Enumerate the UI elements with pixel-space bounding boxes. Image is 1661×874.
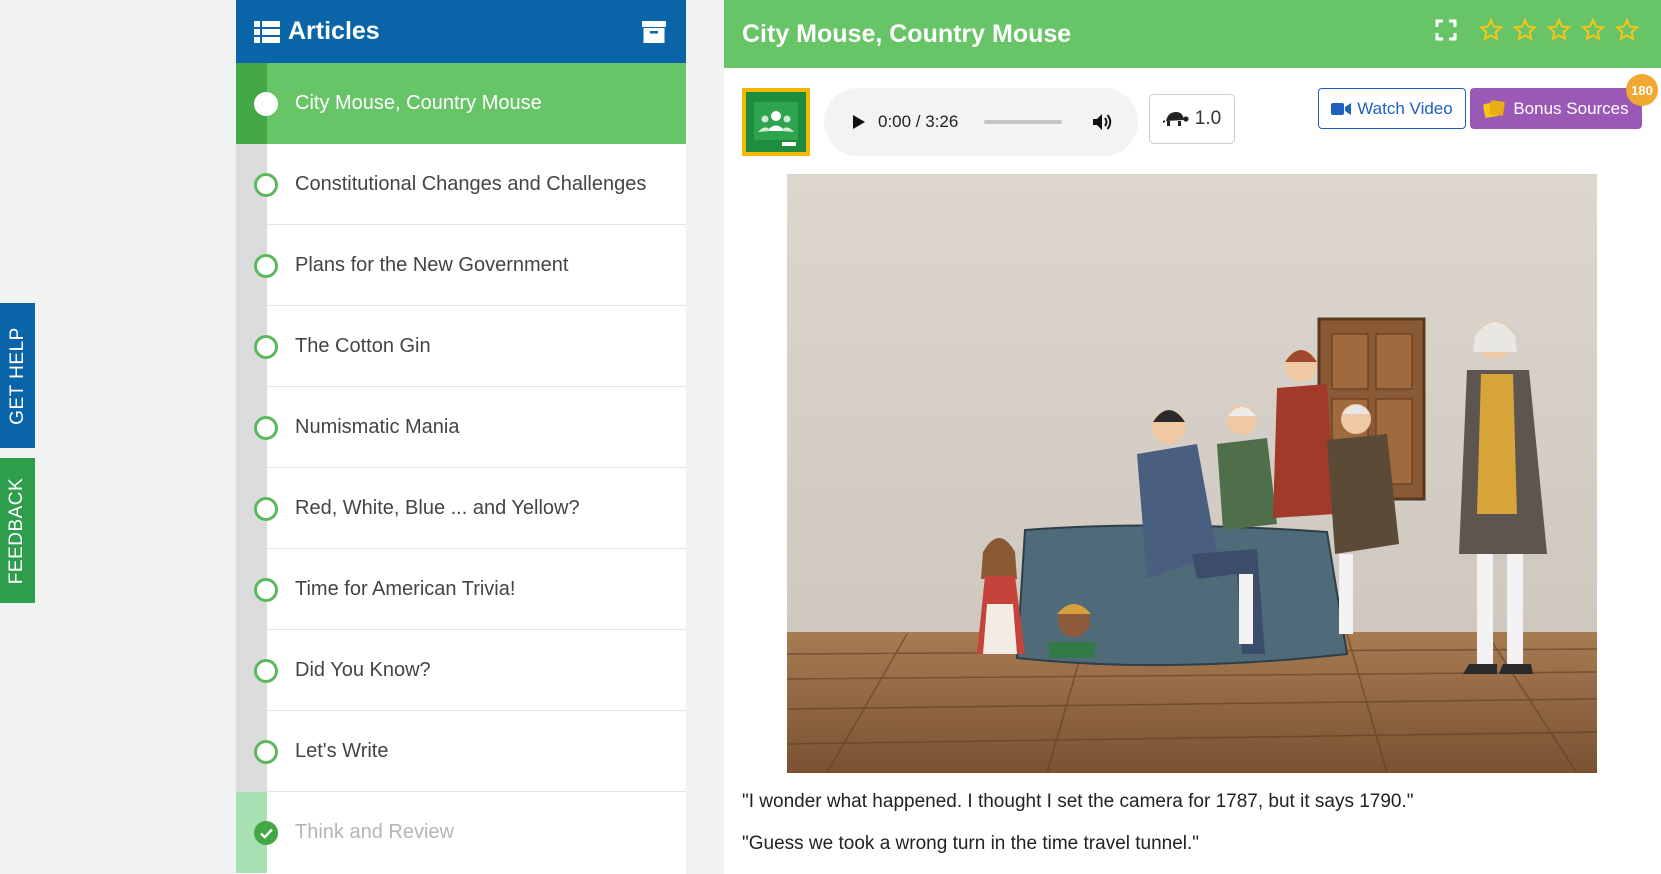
star-icon[interactable] bbox=[1581, 18, 1605, 42]
article-paragraph: "I wonder what happened. I thought I set… bbox=[742, 791, 1414, 812]
unread-status-dot bbox=[254, 415, 278, 440]
article-label: Did You Know? bbox=[295, 659, 431, 681]
google-classroom-icon bbox=[754, 102, 798, 146]
coins-icon bbox=[1483, 99, 1505, 118]
articles-header: Articles bbox=[236, 0, 686, 63]
articles-title: Articles bbox=[288, 17, 380, 45]
get-help-tab[interactable]: GET HELP bbox=[0, 303, 35, 448]
bonus-sources-button[interactable]: Bonus Sources bbox=[1470, 88, 1642, 129]
volume-icon[interactable] bbox=[1092, 112, 1114, 132]
video-camera-icon bbox=[1331, 102, 1352, 115]
article-item-cotton-gin[interactable]: The Cotton Gin bbox=[236, 306, 686, 387]
star-icon[interactable] bbox=[1615, 18, 1639, 42]
article-label: City Mouse, Country Mouse bbox=[295, 92, 542, 114]
star-icon[interactable] bbox=[1479, 18, 1503, 42]
article-item-constitutional-changes[interactable]: Constitutional Changes and Challenges bbox=[236, 144, 686, 225]
unread-status-dot bbox=[254, 739, 278, 764]
unread-status-dot bbox=[254, 334, 278, 359]
unread-status-dot bbox=[254, 172, 278, 197]
star-icon[interactable] bbox=[1547, 18, 1571, 42]
articles-list: City Mouse, Country Mouse Constitutional… bbox=[236, 63, 686, 873]
unread-status-dot bbox=[254, 253, 278, 278]
article-label: The Cotton Gin bbox=[295, 335, 431, 357]
article-label: Numismatic Mania bbox=[295, 416, 460, 438]
list-icon bbox=[254, 20, 280, 43]
article-paragraph: "Guess we took a wrong turn in the time … bbox=[742, 833, 1200, 854]
articles-panel: Articles City Mouse, Country Mouse Const… bbox=[236, 0, 686, 874]
unread-status-dot bbox=[254, 658, 278, 683]
article-label: Plans for the New Government bbox=[295, 254, 569, 276]
archive-icon[interactable] bbox=[642, 20, 666, 43]
article-item-red-white-blue[interactable]: Red, White, Blue ... and Yellow? bbox=[236, 468, 686, 549]
star-icon[interactable] bbox=[1513, 18, 1537, 42]
article-item-city-mouse[interactable]: City Mouse, Country Mouse bbox=[236, 63, 686, 144]
article-item-american-trivia[interactable]: Time for American Trivia! bbox=[236, 549, 686, 630]
article-title: City Mouse, Country Mouse bbox=[742, 19, 1072, 48]
article-header: City Mouse, Country Mouse bbox=[724, 0, 1661, 68]
feedback-tab[interactable]: FEEDBACK bbox=[0, 458, 35, 603]
playback-speed-value: 1.0 bbox=[1194, 108, 1222, 129]
article-label: Time for American Trivia! bbox=[295, 578, 516, 600]
unread-status-dot bbox=[254, 496, 278, 521]
audio-time: 0:00 / 3:26 bbox=[878, 112, 959, 131]
feedback-label: FEEDBACK bbox=[6, 477, 28, 584]
unread-status-dot bbox=[254, 577, 278, 602]
article-item-lets-write[interactable]: Let's Write bbox=[236, 711, 686, 792]
google-classroom-button[interactable] bbox=[742, 88, 810, 156]
article-item-numismatic-mania[interactable]: Numismatic Mania bbox=[236, 387, 686, 468]
get-help-label: GET HELP bbox=[6, 326, 28, 425]
article-label: Constitutional Changes and Challenges bbox=[295, 173, 647, 195]
article-label: Let's Write bbox=[295, 740, 389, 762]
article-item-did-you-know[interactable]: Did You Know? bbox=[236, 630, 686, 711]
active-status-dot bbox=[254, 91, 278, 116]
fullscreen-icon[interactable] bbox=[1435, 19, 1457, 41]
turtle-icon bbox=[1162, 112, 1189, 126]
check-icon bbox=[254, 820, 278, 845]
article-label: Red, White, Blue ... and Yellow? bbox=[295, 497, 580, 519]
audio-progress-bar[interactable] bbox=[984, 120, 1063, 124]
bonus-sources-count-badge: 180 bbox=[1626, 74, 1658, 106]
founding-fathers-illustration bbox=[787, 174, 1597, 773]
play-icon[interactable] bbox=[852, 114, 866, 130]
watch-video-button[interactable]: Watch Video bbox=[1318, 88, 1466, 129]
article-label: Think and Review bbox=[295, 821, 454, 843]
bonus-sources-label: Bonus Sources bbox=[1513, 98, 1629, 118]
article-item-think-review[interactable]: Think and Review bbox=[236, 792, 686, 873]
watch-video-label: Watch Video bbox=[1357, 98, 1453, 118]
article-item-plans-new-government[interactable]: Plans for the New Government bbox=[236, 225, 686, 306]
audio-player: 0:00 / 3:26 bbox=[824, 88, 1138, 156]
article-content: City Mouse, Country Mouse 0:00 / 3:26 1.… bbox=[724, 0, 1661, 874]
playback-speed-button[interactable]: 1.0 bbox=[1149, 94, 1235, 144]
